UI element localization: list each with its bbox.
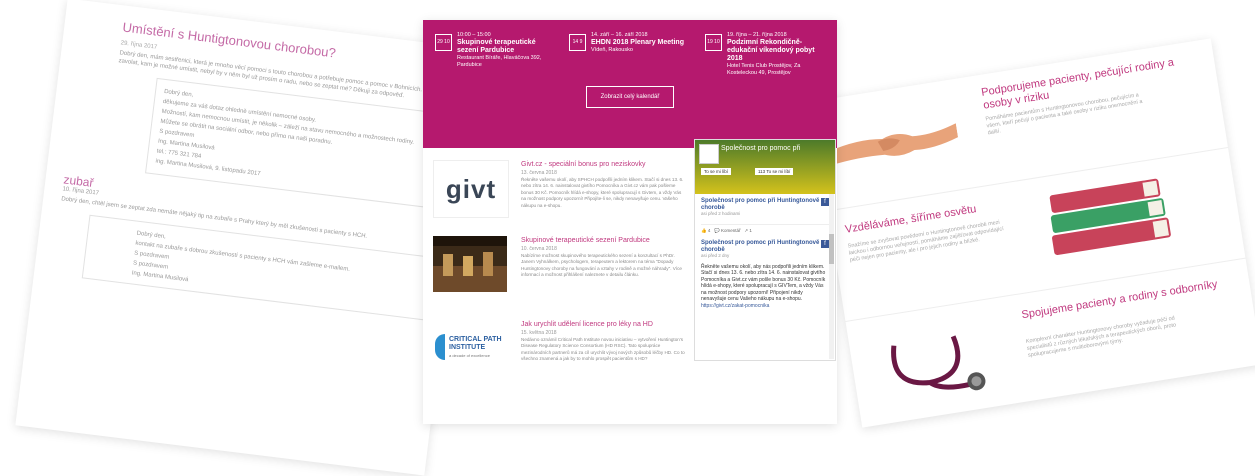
post-text: Řekněte vašemu okolí, aby SPHCH podpořil…: [521, 177, 684, 208]
post-text: Nabízíme možnost skupinového terapeutick…: [521, 253, 682, 278]
stethoscope-image: [891, 335, 986, 391]
post-author[interactable]: Společnost pro pomoc při Huntingtonově c…: [701, 240, 829, 253]
event-item[interactable]: 19 10 19. října – 21. října 2018 Podzimn…: [705, 32, 825, 77]
share-count: 1: [749, 227, 752, 233]
logo-line: CRITICAL PATH: [449, 336, 502, 343]
post-time: asi před 2 hodinami: [701, 211, 741, 216]
news-post: CRITICAL PATH INSTITUTE a decade of exce…: [433, 320, 685, 400]
post-text: Nedávno oznámil Critical Path Institute …: [521, 337, 685, 362]
facebook-page-name[interactable]: Společnost pro pomoc při: [721, 145, 800, 152]
calendar-icon: 29 10: [435, 34, 452, 51]
post-actions: 👍 4 💬 Komentář ↗ 1: [701, 223, 829, 235]
chairs-photo[interactable]: [433, 236, 507, 292]
event-item[interactable]: 14 9 14. září – 16. září 2018 EHDN 2018 …: [569, 32, 689, 54]
like-label: To se mi líbí: [704, 169, 729, 174]
facebook-icon: f: [821, 198, 829, 206]
logo-line: INSTITUTE: [449, 344, 486, 351]
event-place: Hotel Tenis Club Prostějov, Za Kosteleck…: [727, 63, 801, 76]
post-title[interactable]: Jak urychlit udělení licence pro léky na…: [521, 320, 689, 329]
givt-logo[interactable]: givt: [433, 160, 509, 218]
post-date: 15. května 2018: [521, 330, 557, 336]
calendar-icon: 19 10: [705, 34, 722, 51]
facebook-cover: Společnost pro pomoc při To se mi líbí 1…: [695, 140, 835, 194]
event-place: Restaurant Bíráře, Hlaváčova 392, Pardub…: [457, 55, 542, 68]
news-post: Skupinové terapeutické sezení Pardubice …: [433, 236, 683, 316]
comment-icon[interactable]: 💬: [714, 228, 721, 233]
comment-label[interactable]: Komentář: [721, 228, 741, 233]
post-link[interactable]: https://givt.cz/zakat-pomocnika: [701, 303, 829, 310]
like-page-button[interactable]: To se mi líbí: [701, 168, 732, 175]
handshake-image: [828, 123, 959, 166]
scrollbar-thumb[interactable]: [829, 234, 834, 264]
facebook-icon: f: [821, 240, 829, 248]
center-page-screenshot: 29 10 10:00 – 15:00 Skupinové terapeutic…: [423, 20, 837, 424]
post-title[interactable]: Skupinové terapeutické sezení Pardubice: [521, 236, 689, 245]
event-item[interactable]: 29 10 10:00 – 15:00 Skupinové terapeutic…: [435, 32, 555, 69]
post-author[interactable]: Společnost pro pomoc při Huntingtonově c…: [701, 198, 829, 211]
right-page-screenshot: Podporujeme pacienty, pečující rodiny a …: [810, 38, 1255, 428]
critical-path-logo[interactable]: CRITICAL PATH INSTITUTE a decade of exce…: [433, 320, 507, 376]
page-avatar[interactable]: [699, 144, 719, 164]
likes-count: 113 To se mi líbí: [755, 168, 794, 175]
news-post: givt Givt.cz - speciální bonus pro nezis…: [433, 160, 683, 240]
calendar-icon: 14 9: [569, 34, 586, 51]
left-page-screenshot: Umístění s Huntigtonovou chorobou? 29. ř…: [15, 0, 477, 476]
thumbs-up-icon[interactable]: 👍: [701, 228, 708, 233]
event-place: Vídeň, Rakousko: [591, 47, 633, 53]
post-title[interactable]: Givt.cz - speciální bonus pro neziskovky: [521, 160, 689, 169]
event-time: 19. října – 21. října 2018: [727, 32, 787, 38]
event-time: 14. září – 16. září 2018: [591, 32, 648, 38]
post-date: 13. června 2018: [521, 170, 557, 176]
show-calendar-button[interactable]: Zobrazit celý kalendář: [586, 86, 674, 108]
books-image: [1049, 178, 1171, 255]
logo-line: a decade of excellence: [449, 353, 490, 358]
event-time: 10:00 – 15:00: [457, 32, 491, 38]
logo-mark: [435, 334, 445, 360]
events-hero: 29 10 10:00 – 15:00 Skupinové terapeutic…: [423, 20, 837, 148]
scrollbar[interactable]: [829, 194, 834, 359]
post-time: asi před 2 dny: [701, 253, 730, 258]
event-title[interactable]: Podzimní Rekondičně-edukační víkendový p…: [727, 39, 825, 63]
facebook-widget[interactable]: Společnost pro pomoc při To se mi líbí 1…: [694, 139, 836, 361]
facebook-post: f Společnost pro pomoc při Huntingtonově…: [695, 194, 835, 313]
givt-logo-text: givt: [445, 174, 497, 204]
post-text: Řekněte vašemu okolí, aby nás podpořili …: [701, 263, 826, 303]
post-date: 10. června 2018: [521, 246, 557, 252]
section-text: Komplexní charakter Huntingtonovy chorob…: [1025, 315, 1177, 359]
event-title[interactable]: Skupinové terapeutické sezení Pardubice: [457, 39, 555, 55]
event-title[interactable]: EHDN 2018 Plenary Meeting: [591, 39, 689, 47]
like-count: 4: [707, 227, 711, 233]
